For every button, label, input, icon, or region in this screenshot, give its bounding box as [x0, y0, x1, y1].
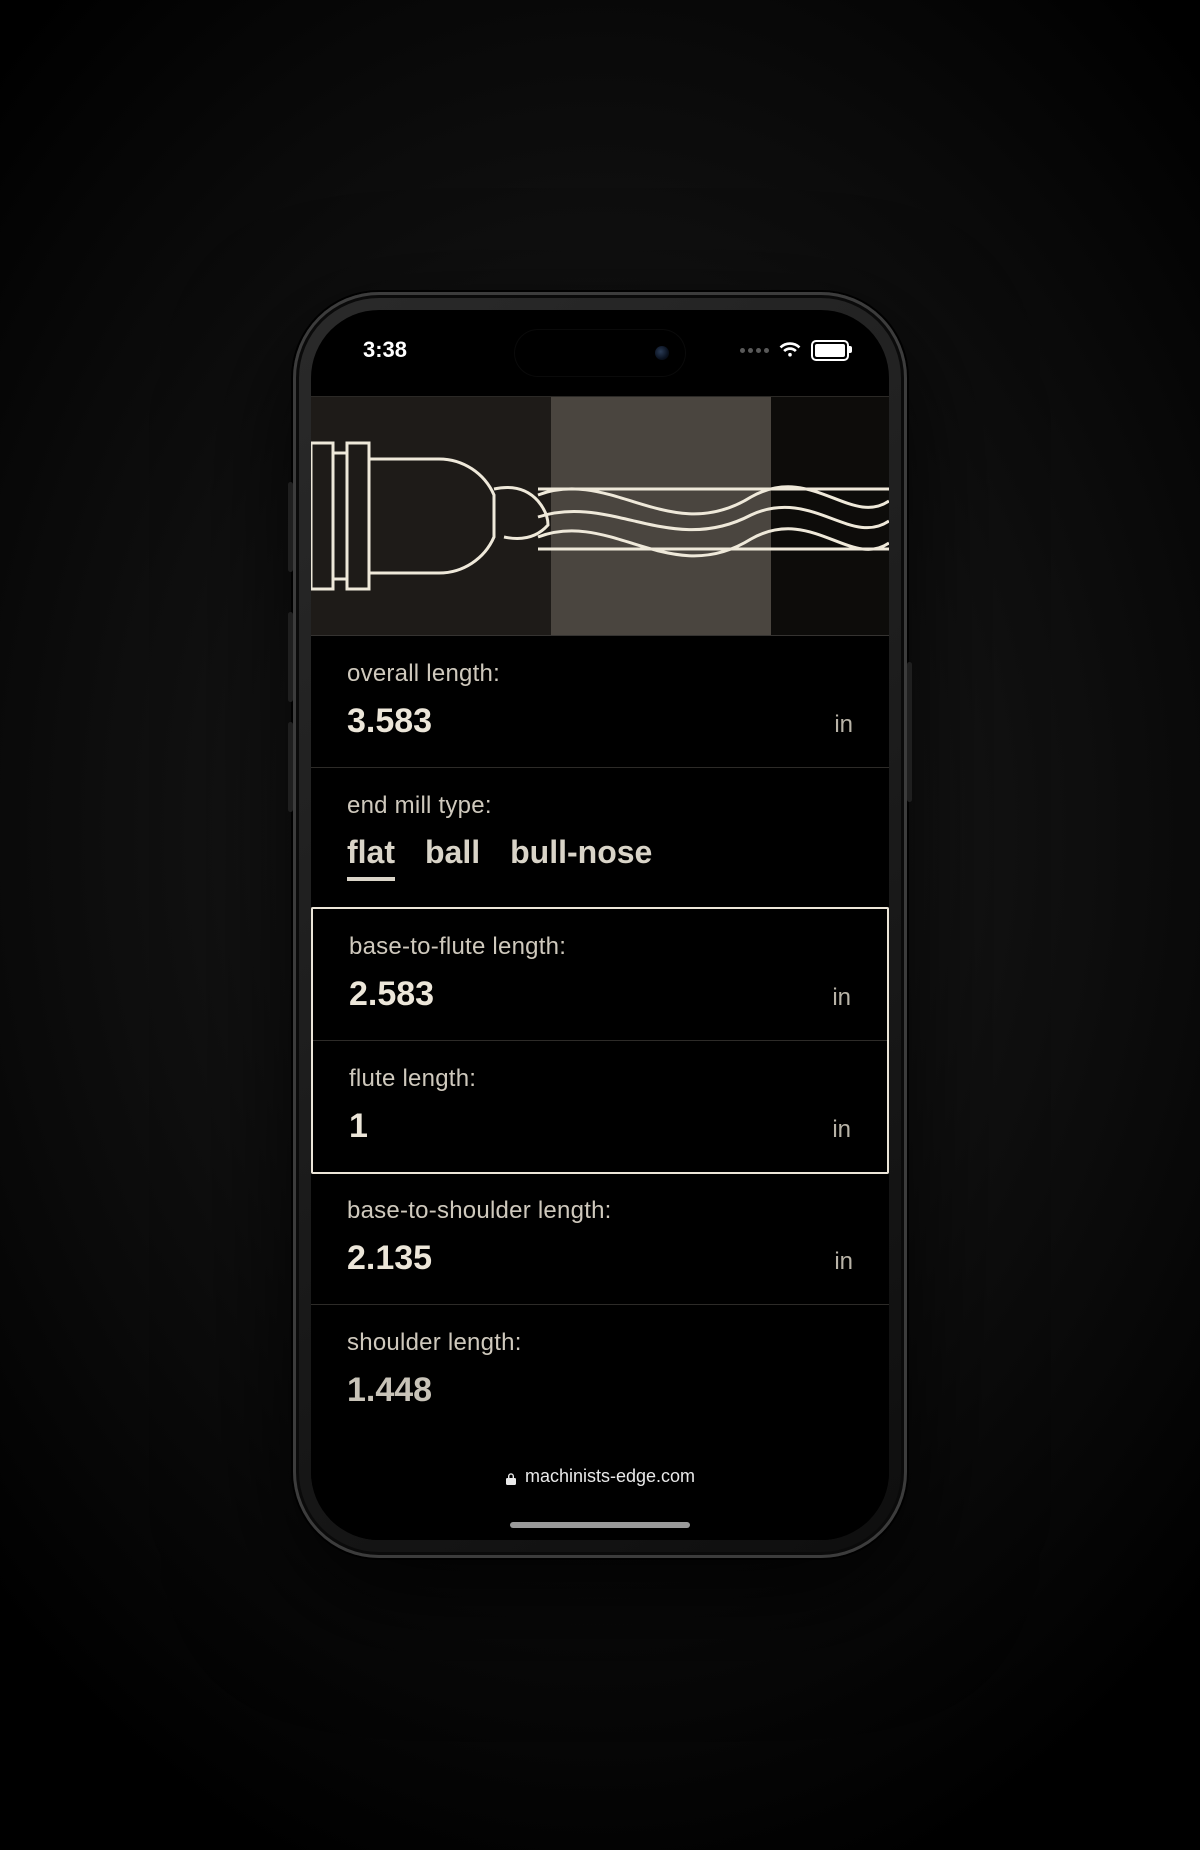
label-flute-length: flute length: [349, 1065, 851, 1093]
row-shoulder-length[interactable]: shoulder length: 1.448 in [311, 1305, 889, 1436]
phone-screen: 3:38 [311, 310, 889, 1540]
seg-option-bull-nose[interactable]: bull-nose [510, 834, 652, 881]
label-overall-length: overall length: [347, 660, 853, 688]
row-flute-length[interactable]: flute length: 1 in [313, 1041, 887, 1172]
value-flute-length[interactable]: 1 [349, 1107, 368, 1146]
front-camera-icon [655, 346, 669, 360]
label-base-to-flute: base-to-flute length: [349, 933, 851, 961]
value-base-to-flute[interactable]: 2.583 [349, 975, 434, 1014]
value-base-to-shoulder[interactable]: 2.135 [347, 1239, 432, 1278]
end-mill-type-segmented[interactable]: flat ball bull-nose [347, 834, 853, 881]
row-base-to-flute-length[interactable]: base-to-flute length: 2.583 in [313, 909, 887, 1041]
label-base-to-shoulder: base-to-shoulder length: [347, 1197, 853, 1225]
emphasized-group: base-to-flute length: 2.583 in flute len… [311, 907, 889, 1174]
status-right [740, 340, 849, 361]
unit-overall-length: in [834, 711, 853, 739]
unit-base-to-shoulder: in [834, 1248, 853, 1276]
lock-icon [505, 1470, 517, 1484]
home-indicator[interactable] [510, 1522, 690, 1528]
label-end-mill-type: end mill type: [347, 792, 853, 820]
address-bar[interactable]: machinists-edge.com [505, 1466, 695, 1487]
endmill-illustration-icon [311, 397, 889, 635]
app-content: overall length: 3.583 in end mill type: … [311, 310, 889, 1540]
browser-chrome: machinists-edge.com [311, 1454, 889, 1540]
row-overall-length[interactable]: overall length: 3.583 in [311, 636, 889, 768]
cellular-dots-icon [740, 348, 769, 353]
unit-flute-length: in [832, 1116, 851, 1144]
seg-option-flat[interactable]: flat [347, 834, 395, 881]
row-base-to-shoulder-length[interactable]: base-to-shoulder length: 2.135 in [311, 1173, 889, 1305]
tool-diagram [311, 396, 889, 635]
row-end-mill-type: end mill type: flat ball bull-nose [311, 768, 889, 908]
seg-option-ball[interactable]: ball [425, 834, 480, 881]
status-time: 3:38 [363, 337, 407, 363]
wifi-icon [779, 342, 801, 358]
value-overall-length[interactable]: 3.583 [347, 702, 432, 741]
dynamic-island [515, 330, 685, 376]
url-domain: machinists-edge.com [525, 1466, 695, 1487]
parameter-sheet[interactable]: overall length: 3.583 in end mill type: … [311, 635, 889, 1540]
value-shoulder-length[interactable]: 1.448 [347, 1371, 432, 1410]
label-shoulder-length: shoulder length: [347, 1329, 853, 1357]
unit-base-to-flute: in [832, 984, 851, 1012]
phone-frame: 3:38 [293, 292, 907, 1558]
battery-icon [811, 340, 849, 361]
